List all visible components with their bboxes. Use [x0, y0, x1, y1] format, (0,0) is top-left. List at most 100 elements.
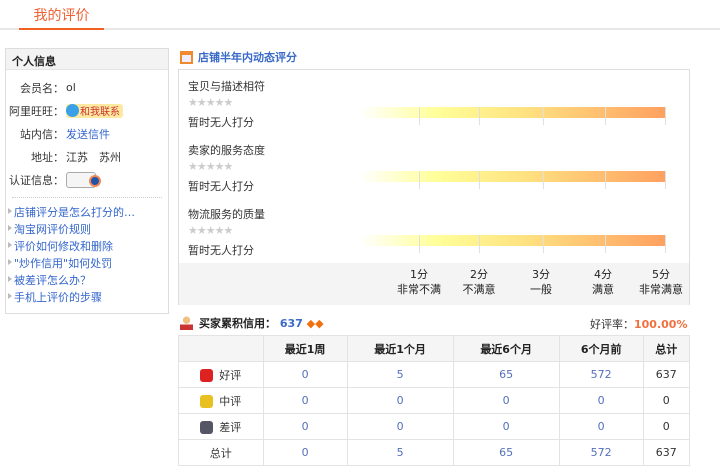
- red-flower-icon: [200, 369, 214, 382]
- buyer-icon: [180, 316, 193, 330]
- scale-tick: [605, 107, 606, 125]
- buyer-credit: 买家累积信用： 637 ◆◆: [180, 315, 324, 331]
- cell[interactable]: 0: [452, 387, 560, 414]
- ratings-title: 店铺半年内动态评分: [180, 49, 297, 65]
- positive-rate: 好评率：100.00%: [590, 316, 687, 332]
- calendar-icon: [180, 50, 193, 64]
- cell[interactable]: 572: [558, 439, 644, 466]
- cell: 0: [642, 387, 691, 414]
- scale-tick: [665, 235, 666, 253]
- scale-5: 5分 非常满意: [639, 268, 683, 296]
- tab-my-reviews[interactable]: 我的评价: [19, 5, 104, 30]
- col-header: 6个月前: [558, 335, 644, 362]
- contact-me-label: 和我联系: [80, 107, 120, 118]
- col-header: 最近1周: [262, 335, 348, 362]
- send-message-link[interactable]: 发送信件: [66, 126, 110, 142]
- cell[interactable]: 5: [346, 439, 454, 466]
- address-label: 地址：: [31, 150, 64, 164]
- cell[interactable]: 5: [346, 361, 454, 388]
- cell[interactable]: 0: [262, 439, 348, 466]
- help-link[interactable]: 评价如何修改和删除: [14, 240, 113, 253]
- scale-2: 2分 不满意: [462, 268, 496, 296]
- scale-3: 3分 一般: [530, 268, 552, 296]
- scale-tick: [419, 171, 420, 189]
- table-row: 总计 0 5 65 572 637: [178, 439, 691, 466]
- credit-label: 买家累积信用：: [199, 317, 276, 330]
- review-table: 最近1周 最近1个月 最近6个月 6个月前 总计 好评 0 5 65 572 637 中评 0 0 0 0…: [178, 335, 691, 466]
- row-label: 总计: [178, 439, 264, 466]
- col-header: 最近6个月: [452, 335, 560, 362]
- rating-bar: [360, 107, 666, 118]
- profile-panel: 个人信息 会员名： ol 阿里旺旺： 和我联系 站内信： 发送信件 地址： 江苏 苏州 …: [5, 48, 169, 314]
- table-row: 差评 0 0 0 0 0: [178, 413, 691, 440]
- stars: ★★★★★: [188, 160, 233, 173]
- scale-tick: [479, 107, 480, 125]
- cell[interactable]: 572: [558, 361, 644, 388]
- scale-tick: [605, 235, 606, 253]
- address: 江苏 苏州: [66, 150, 121, 164]
- cell[interactable]: 0: [262, 361, 348, 388]
- cell: 637: [642, 361, 691, 388]
- col-header: [178, 335, 264, 362]
- wangwang-label: 阿里旺旺：: [9, 104, 64, 118]
- help-link[interactable]: 店铺评分是怎么打分的…: [14, 206, 135, 219]
- gray-flower-icon: [200, 421, 214, 434]
- rating-bar: [360, 235, 666, 246]
- rate-label: 好评率：: [590, 318, 634, 331]
- cell[interactable]: 0: [452, 413, 560, 440]
- rating-bar: [360, 171, 666, 182]
- rate-value: 100.00%: [634, 318, 688, 331]
- diamond-icon: ◆◆: [306, 316, 324, 330]
- row-label: 差评: [219, 420, 242, 434]
- profile-header: 个人信息: [6, 49, 168, 70]
- col-header: 总计: [642, 335, 691, 362]
- scale-4: 4分 满意: [592, 268, 614, 296]
- rating-name: 宝贝与描述相符: [188, 80, 265, 93]
- rating-item: 物流服务的质量 ★★★★★ 暂时无人打分: [188, 206, 265, 258]
- cell[interactable]: 0: [558, 413, 644, 440]
- tab-bar: 我的评价: [0, 0, 720, 30]
- help-link[interactable]: 被差评怎么办？: [14, 274, 91, 287]
- help-link[interactable]: 手机上评价的步骤: [14, 291, 102, 304]
- scale-tick: [543, 107, 544, 125]
- member-name: ol: [66, 81, 76, 94]
- stars: ★★★★★: [188, 224, 233, 237]
- ratings-box: 宝贝与描述相符 ★★★★★ 暂时无人打分 卖家的服务态度 ★★★★★ 暂时无人打分 物流…: [178, 69, 690, 305]
- scale-tick: [665, 171, 666, 189]
- rating-item: 宝贝与描述相符 ★★★★★ 暂时无人打分: [188, 78, 265, 130]
- cell[interactable]: 65: [452, 439, 560, 466]
- rating-item: 卖家的服务态度 ★★★★★ 暂时无人打分: [188, 142, 265, 194]
- table-row: 好评 0 5 65 572 637: [178, 361, 691, 388]
- help-link[interactable]: 淘宝网评价规则: [14, 223, 91, 236]
- rating-name: 物流服务的质量: [188, 208, 265, 221]
- divider: [12, 197, 162, 198]
- wangwang-icon: [66, 104, 79, 117]
- member-label: 会员名：: [20, 81, 64, 95]
- col-header: 最近1个月: [346, 335, 454, 362]
- help-link[interactable]: "炒作信用"如何处罚: [14, 257, 112, 270]
- cell[interactable]: 65: [452, 361, 560, 388]
- scale-tick: [665, 107, 666, 125]
- ratings-title-text: 店铺半年内动态评分: [198, 51, 297, 64]
- cell[interactable]: 0: [558, 387, 644, 414]
- scale-tick: [543, 235, 544, 253]
- scale-1: 1分 非常不满: [397, 268, 441, 296]
- cert-label: 认证信息：: [9, 173, 64, 187]
- table-row: 中评 0 0 0 0 0: [178, 387, 691, 414]
- scale-tick: [605, 171, 606, 189]
- cell[interactable]: 0: [346, 413, 454, 440]
- contact-me-button[interactable]: 和我联系: [66, 103, 123, 118]
- row-label: 好评: [219, 368, 242, 382]
- rating-status: 暂时无人打分: [188, 244, 254, 257]
- certification-icon[interactable]: [66, 171, 101, 188]
- cell: 0: [642, 413, 691, 440]
- rating-status: 暂时无人打分: [188, 116, 254, 129]
- cell[interactable]: 0: [262, 387, 348, 414]
- cell[interactable]: 0: [262, 413, 348, 440]
- scale-tick: [419, 107, 420, 125]
- cell[interactable]: 0: [346, 387, 454, 414]
- cell: 637: [642, 439, 691, 466]
- rating-name: 卖家的服务态度: [188, 144, 265, 157]
- credit-value: 637: [279, 316, 303, 330]
- scale-tick: [479, 235, 480, 253]
